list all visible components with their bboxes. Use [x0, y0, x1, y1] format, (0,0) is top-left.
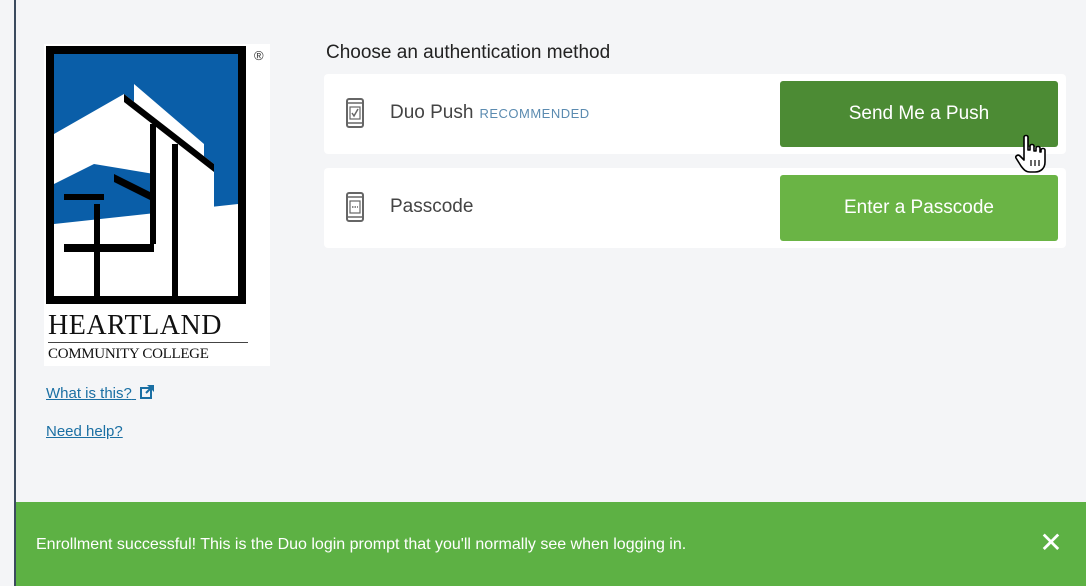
duo-push-label: Duo Push [390, 102, 474, 123]
banner-message: Enrollment successful! This is the Duo l… [36, 536, 687, 553]
registered-mark: ® [254, 48, 264, 63]
enrollment-success-banner: Enrollment successful! This is the Duo l… [16, 502, 1086, 586]
method-row-passcode: Passcode Enter a Passcode [324, 168, 1066, 248]
method-label: Duo Push RECOMMENDED [390, 102, 590, 124]
hand-cursor-icon [1015, 134, 1046, 173]
logo-divider [48, 342, 248, 343]
enter-passcode-button[interactable]: Enter a Passcode [780, 175, 1058, 241]
logo-subtitle: COMMUNITY COLLEGE [48, 346, 209, 362]
method-row-duo-push: Duo Push RECOMMENDED Send Me a Push [324, 74, 1066, 154]
need-help-link[interactable]: Need help? [46, 423, 123, 440]
recommended-badge: RECOMMENDED [479, 106, 590, 121]
page-title: Choose an authentication method [326, 42, 611, 63]
external-link-icon [140, 385, 155, 399]
logo-name: HEARTLAND [48, 310, 222, 341]
what-is-this-link[interactable]: What is this? [46, 385, 155, 402]
logo-emblem [46, 46, 246, 304]
phone-check-icon [346, 98, 364, 128]
phone-passcode-icon [346, 192, 364, 222]
college-logo: ® HEARTLAND COMMUNITY COLLEGE [44, 44, 270, 366]
passcode-label: Passcode [390, 196, 474, 217]
what-is-this-label: What is this? [46, 385, 132, 402]
building-emblem-icon [54, 54, 238, 296]
close-icon[interactable]: ✕ [1036, 528, 1066, 558]
